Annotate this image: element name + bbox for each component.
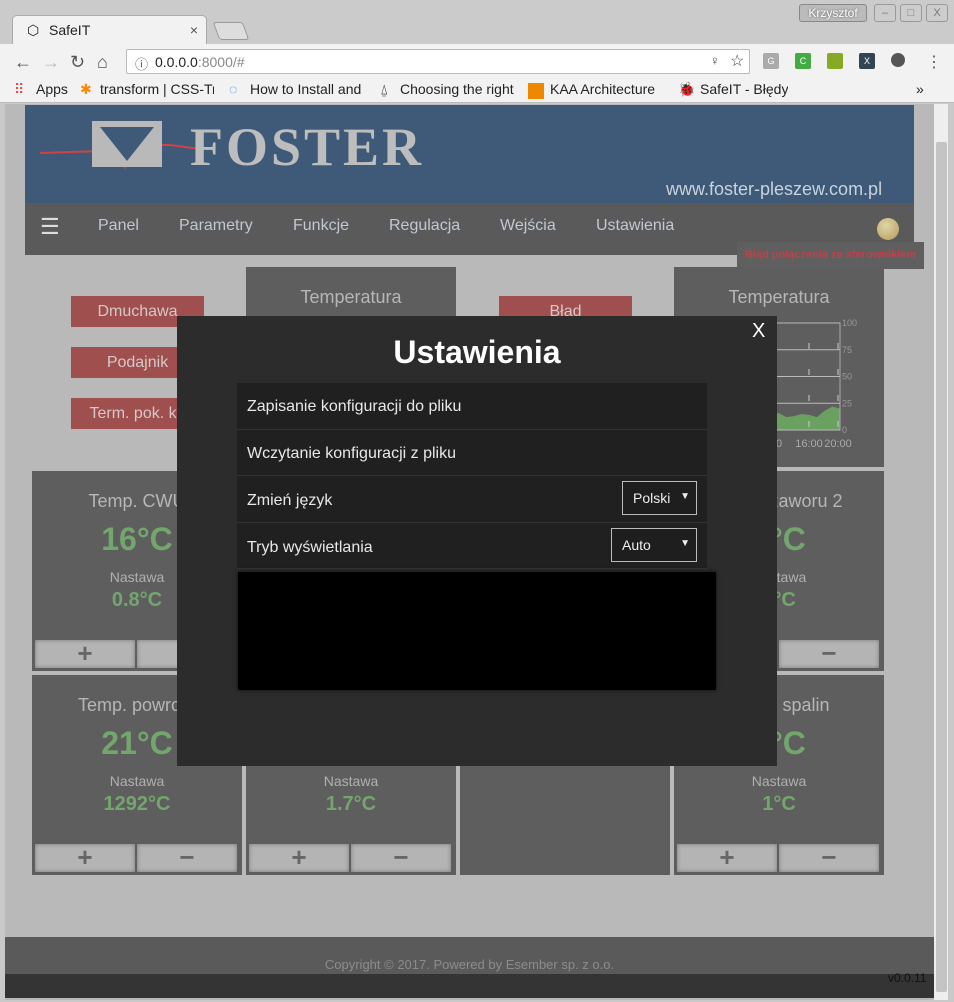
svg-text:FOSTER: FOSTER bbox=[190, 117, 424, 177]
display-mode-row: Tryb wyświetlania Auto ▼ bbox=[237, 523, 707, 569]
more-bookmarks-button[interactable]: » bbox=[916, 81, 924, 97]
bookmark-how-to-install[interactable]: How to Install and bbox=[250, 81, 364, 97]
language-value: Polski bbox=[633, 490, 671, 506]
close-window-button[interactable]: X bbox=[926, 4, 948, 22]
minimize-button[interactable]: – bbox=[874, 4, 896, 22]
foster-logo: FOSTER bbox=[40, 117, 424, 177]
language-select[interactable]: Polski ▼ bbox=[622, 481, 697, 515]
y-tick-label: 50 bbox=[842, 372, 852, 382]
home-icon[interactable]: ⌂ bbox=[97, 52, 108, 73]
increase-button[interactable]: + bbox=[677, 844, 777, 872]
hamburger-menu-icon[interactable]: ☰ bbox=[40, 214, 60, 240]
browser-tab[interactable]: ⬡ SafeIT × bbox=[12, 15, 207, 45]
dropdown-arrow-icon: ▼ bbox=[680, 538, 690, 549]
menu-kebab-icon[interactable]: ⋮ bbox=[926, 52, 942, 72]
increase-button[interactable]: + bbox=[35, 844, 135, 872]
bookmark-safeit-bledy[interactable]: SafeIT - Błędy bbox=[700, 81, 788, 97]
load-config-row[interactable]: Wczytanie konfiguracji z pliku bbox=[237, 430, 707, 476]
extension-globe-icon[interactable] bbox=[891, 53, 905, 67]
connection-status-indicator bbox=[877, 218, 899, 240]
modal-content-box bbox=[238, 572, 716, 690]
y-tick-label: 0 bbox=[842, 425, 847, 435]
version: v0.0.11 bbox=[888, 971, 927, 985]
modal-title: Ustawienia bbox=[393, 334, 561, 370]
tab-title: SafeIT bbox=[49, 22, 91, 38]
x-tick-label: 20:00 bbox=[824, 438, 852, 450]
display-mode-label: Tryb wyświetlania bbox=[247, 539, 373, 556]
increase-button[interactable]: + bbox=[35, 640, 135, 668]
address-bar[interactable]: ⓘ 0.0.0.0:8000/# bbox=[126, 49, 750, 74]
bookmark-transform[interactable]: transform | CSS-Tri bbox=[100, 81, 214, 97]
setpoint-value: 1292°C bbox=[103, 793, 171, 815]
decrease-button[interactable]: − bbox=[779, 844, 879, 872]
save-config-row[interactable]: Zapisanie konfiguracji do pliku bbox=[237, 383, 707, 430]
setpoint-value: 1.7°C bbox=[325, 793, 377, 815]
x-tick-label: 16:00 bbox=[795, 438, 823, 450]
tile-title: Temperatura bbox=[300, 287, 402, 307]
decrease-button[interactable]: − bbox=[779, 640, 879, 668]
reload-icon[interactable]: ↻ bbox=[70, 52, 85, 73]
y-tick-label: 75 bbox=[842, 345, 852, 355]
forward-icon[interactable]: → bbox=[42, 52, 60, 73]
bookmark-star-icon[interactable]: ☆ bbox=[730, 51, 744, 71]
y-tick-label: 100 bbox=[842, 318, 857, 328]
extension-g-icon[interactable]: G bbox=[763, 53, 779, 69]
tile-title: Temperatura bbox=[728, 287, 830, 307]
bookmark-page-icon: ⍙ bbox=[380, 81, 389, 97]
display-mode-select[interactable]: Auto ▼ bbox=[611, 528, 697, 562]
nav-funkcje[interactable]: Funkcje bbox=[293, 217, 349, 235]
nav-panel[interactable]: Panel bbox=[98, 217, 139, 235]
extension-x-icon[interactable]: X bbox=[859, 53, 875, 69]
site-favicon-icon: ⬡ bbox=[27, 22, 40, 38]
copyright: Copyright © 2017. Powered by Esember sp.… bbox=[324, 957, 615, 972]
nav-regulacja[interactable]: Regulacja bbox=[389, 217, 460, 235]
bookmark-kaa[interactable]: KAA Architecture bbox=[550, 81, 662, 97]
decrease-button[interactable]: − bbox=[137, 844, 237, 872]
increase-button[interactable]: + bbox=[249, 844, 349, 872]
apps-grid-icon: ⠿ bbox=[14, 81, 25, 97]
new-tab-button[interactable] bbox=[212, 22, 250, 40]
site-url[interactable]: www.foster-pleszew.com.pl bbox=[666, 179, 882, 200]
profile-button[interactable]: Krzysztof bbox=[799, 4, 867, 22]
language-label: Zmień język bbox=[247, 492, 333, 509]
scrollbar-thumb[interactable] bbox=[936, 142, 947, 992]
url-host: 0.0.0.0 bbox=[155, 54, 198, 70]
dropdown-arrow-icon: ▼ bbox=[680, 491, 690, 502]
extension-monitor-icon[interactable] bbox=[827, 53, 843, 69]
extension-cors-icon[interactable]: C bbox=[795, 53, 811, 69]
close-modal-button[interactable]: X bbox=[752, 320, 765, 343]
bookmark-choosing[interactable]: Choosing the right bbox=[400, 81, 514, 97]
back-icon[interactable]: ← bbox=[14, 52, 32, 73]
digitalocean-icon: ◌ bbox=[229, 81, 238, 97]
nav-wejscia[interactable]: Wejścia bbox=[500, 217, 556, 235]
display-mode-value: Auto bbox=[622, 537, 651, 553]
kaa-icon bbox=[528, 83, 544, 99]
info-icon: ⓘ bbox=[135, 57, 149, 72]
key-icon[interactable]: ♀ bbox=[710, 53, 720, 68]
setpoint-label: Nastawa bbox=[751, 773, 807, 789]
connection-error-tooltip: Błąd połączenia ze sterownikiem bbox=[737, 242, 924, 269]
setpoint-label: Nastawa bbox=[323, 773, 379, 789]
setpoint-label: Nastawa bbox=[109, 773, 165, 789]
asterisk-icon: ✱ bbox=[80, 81, 92, 97]
language-row: Zmień język Polski ▼ bbox=[237, 476, 707, 523]
decrease-button[interactable]: − bbox=[351, 844, 451, 872]
bug-icon: 🐞 bbox=[678, 81, 696, 97]
close-tab-icon[interactable]: × bbox=[190, 22, 198, 38]
maximize-button[interactable]: □ bbox=[900, 4, 922, 22]
y-tick-label: 25 bbox=[842, 398, 852, 408]
bookmark-apps[interactable]: Apps bbox=[36, 81, 68, 97]
nav-parametry[interactable]: Parametry bbox=[179, 217, 253, 235]
footer-bar bbox=[5, 974, 934, 998]
setpoint-value: 1°C bbox=[762, 793, 796, 815]
url-path: :8000/# bbox=[197, 54, 245, 70]
nav-ustawienia[interactable]: Ustawienia bbox=[596, 217, 674, 235]
